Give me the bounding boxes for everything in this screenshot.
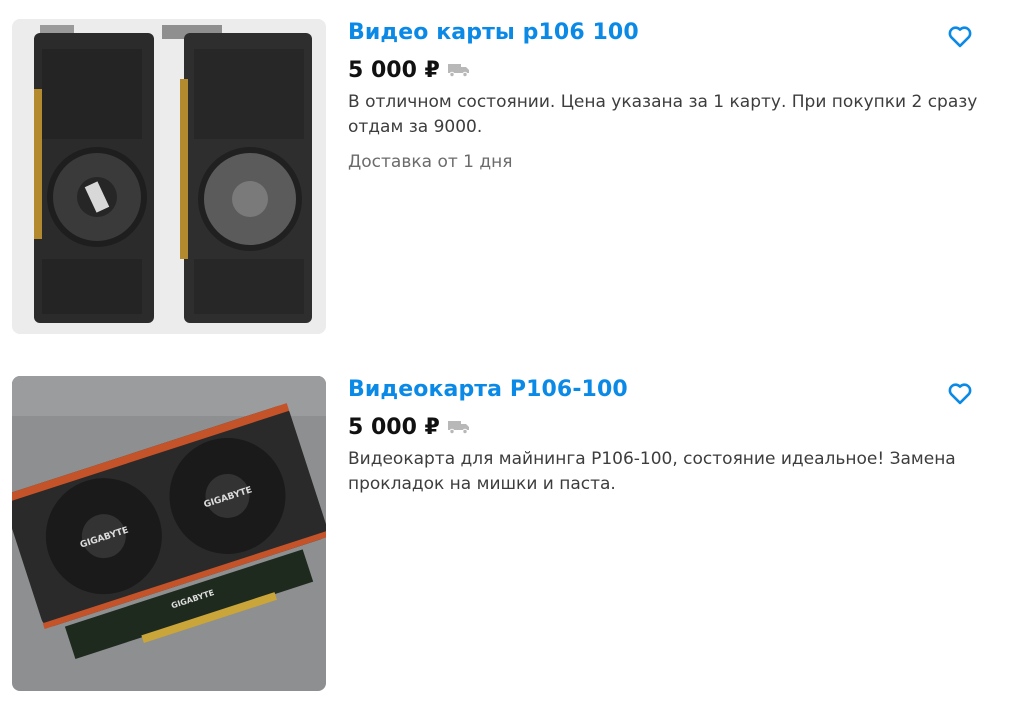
listing-description: В отличном состоянии. Цена указана за 1 … — [348, 92, 978, 137]
favorite-button[interactable] — [946, 22, 974, 50]
truck-icon — [447, 64, 469, 77]
listing-title[interactable]: Видеокарта P106-100 — [348, 377, 628, 402]
listing-card[interactable]: Видео карты р106 100 5 000 ₽ В отличном … — [0, 19, 1011, 334]
price: 5 000 ₽ — [348, 57, 440, 83]
graphics-cards-photo — [12, 19, 326, 334]
delivery-info: Доставка от 1 дня — [348, 152, 513, 172]
price-row: 5 000 ₽ — [348, 413, 470, 441]
truck-icon — [447, 421, 469, 434]
graphics-card-photo: GIGABYTE GIGABYTE GIGABYTE — [12, 376, 326, 691]
listing-title[interactable]: Видео карты р106 100 — [348, 20, 639, 45]
heart-icon — [948, 26, 972, 48]
listing-photo[interactable]: GIGABYTE GIGABYTE GIGABYTE — [12, 376, 326, 691]
price: 5 000 ₽ — [348, 414, 440, 440]
listing-card[interactable]: GIGABYTE GIGABYTE GIGABYTE Видеокарта P1… — [0, 376, 1011, 691]
listing-photo[interactable] — [12, 19, 326, 334]
price-row: 5 000 ₽ — [348, 56, 470, 84]
favorite-button[interactable] — [946, 379, 974, 407]
listing-description: Видеокарта для майнинга P106-100, состоя… — [348, 449, 956, 494]
heart-icon — [948, 383, 972, 405]
